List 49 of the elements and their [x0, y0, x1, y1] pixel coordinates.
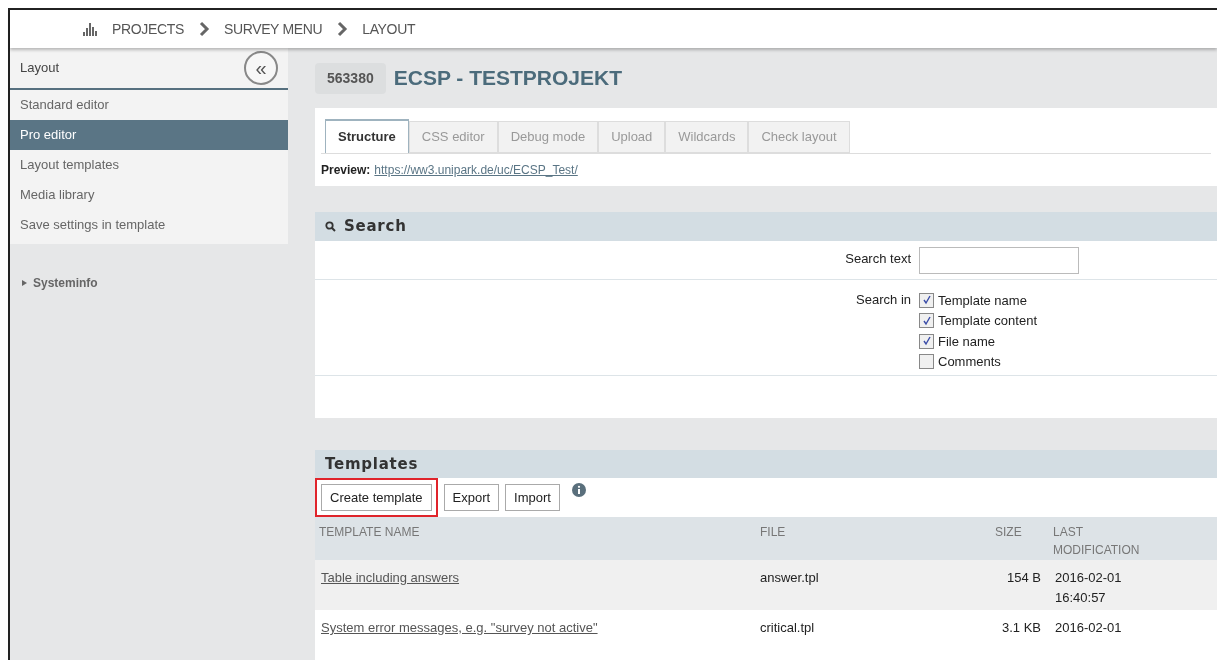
- sidebar-title: Layout: [20, 59, 60, 78]
- template-link[interactable]: System error messages, e.g. "survey not active": [315, 618, 760, 638]
- checkbox[interactable]: [919, 333, 934, 349]
- table-cell-text: 16:40:57: [1055, 588, 1107, 607]
- toolbar-button[interactable]: Create template: [321, 483, 432, 511]
- sidebar-item[interactable]: Pro editor: [10, 120, 288, 150]
- chevron-icon: [197, 21, 210, 37]
- table-cell-text: answer.tpl: [760, 569, 820, 587]
- checkbox-label: Template content: [938, 312, 1037, 330]
- chevron-icon: [336, 21, 349, 37]
- column-header: FILE: [760, 523, 787, 541]
- checkbox-label: File name: [938, 332, 996, 351]
- sidebar-item[interactable]: Layout templates: [10, 150, 288, 180]
- field-label: Search text: [844, 250, 912, 268]
- tab[interactable]: Structure: [325, 119, 409, 153]
- checkbox[interactable]: [919, 292, 934, 308]
- toolbar-button[interactable]: Export: [443, 483, 500, 511]
- template-link[interactable]: Table including answers: [315, 568, 760, 588]
- checkbox[interactable]: [919, 354, 934, 370]
- breadcrumb-link[interactable]: PROJECTS: [112, 18, 184, 40]
- sidebar-item[interactable]: Media library: [10, 180, 288, 210]
- section-title: Search: [344, 216, 407, 238]
- checkbox-label: Template name: [938, 291, 1027, 310]
- preview-label: Preview:: [321, 162, 371, 179]
- table-cell-text: critical.tpl: [760, 619, 816, 637]
- search-text-field[interactable]: [919, 247, 1079, 274]
- section-title: Templates: [325, 453, 419, 475]
- column-header: SIZE: [995, 523, 1023, 541]
- breadcrumb-link[interactable]: LAYOUT: [362, 18, 416, 40]
- info-icon: [571, 483, 586, 498]
- project-id: 563380: [315, 62, 386, 94]
- search-icon: [325, 221, 336, 232]
- checkbox[interactable]: [919, 313, 934, 329]
- table-cell-text: 2016-02-01: [1055, 569, 1122, 587]
- table-cell-text: 154 B: [1006, 569, 1042, 587]
- sidebar-item[interactable]: Standard editor: [10, 90, 288, 120]
- table-cell-text: 3.1 KB: [1000, 619, 1042, 637]
- sidebar-item[interactable]: Save settings in template: [10, 210, 288, 240]
- toolbar-button[interactable]: Import: [505, 483, 560, 511]
- project-title: ECSP - TESTPROJEKT: [393, 65, 623, 92]
- breadcrumb-link[interactable]: SURVEY MENU: [223, 18, 323, 40]
- table-cell-text: 2016-02-01: [1055, 619, 1122, 637]
- column-header: TEMPLATE NAME: [318, 523, 421, 541]
- field-label: Search in: [855, 291, 912, 309]
- checkbox-label: Comments: [938, 353, 1001, 371]
- systeminfo-link[interactable]: Systeminfo: [33, 274, 98, 292]
- preview-link[interactable]: https://ww3.unipark.de/uc/ECSP_Test/: [374, 161, 578, 179]
- bar-chart-icon: [82, 22, 98, 36]
- collapse-button[interactable]: «: [244, 51, 278, 85]
